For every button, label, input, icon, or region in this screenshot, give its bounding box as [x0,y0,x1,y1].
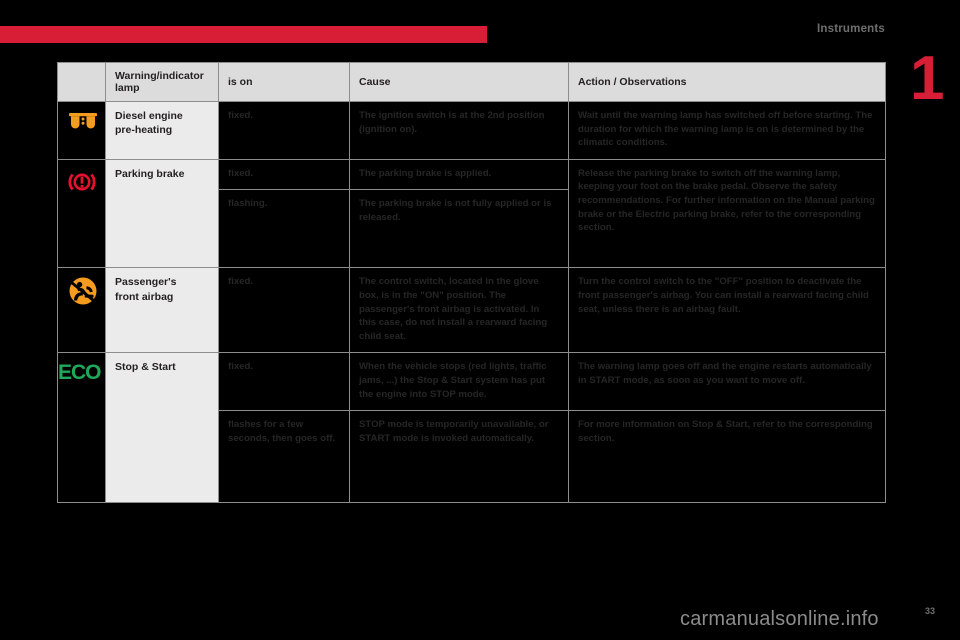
lamp-icon-cell-eco: ECO [57,352,106,504]
chapter-title: Instruments [817,23,886,35]
lamp-icon-cell-diesel [57,101,106,160]
passenger-airbag-icon [69,277,97,305]
column-header-icon [57,62,106,102]
cause-diesel-1: The ignition switch is at the 2nd positi… [349,101,569,160]
warning-lamp-table-wrapper: Warning/indicator lamp is on Cause Actio… [57,62,886,504]
column-header-is-on: is on [218,62,350,102]
warning-lamp-table: Warning/indicator lamp is on Cause Actio… [57,62,886,504]
table-row: Diesel engine pre-heating fixed. The ign… [57,101,886,160]
cause-parking-brake-2: The parking brake is not fully applied o… [349,189,569,269]
is-on-parking-brake-2: flashing. [218,189,350,269]
lamp-name-line2: pre-heating [115,124,173,137]
parking-brake-icon [68,173,96,191]
is-on-diesel-1: fixed. [218,101,350,160]
column-header-action: Action / Observations [568,62,886,102]
table-header-row: Warning/indicator lamp is on Cause Actio… [57,62,886,102]
lamp-name-line1: Stop & Start [115,361,176,374]
action-parking-brake: Release the parking brake to switch off … [568,158,886,269]
column-header-lamp: Warning/indicator lamp [105,62,219,102]
page-number: 33 [925,606,936,616]
cause-stop-start-1: When the vehicle stops (red lights, traf… [349,352,569,412]
table-row: Passenger's front airbag fixed. The cont… [57,267,886,354]
manual-page: Instruments 1 Warning/indicator lamp is … [0,0,960,640]
lamp-name-line1: Parking brake [115,167,185,180]
lamp-icon-cell-airbag [57,267,106,354]
lamp-name-stop-start: Stop & Start [105,352,219,504]
is-on-airbag-1: fixed. [218,267,350,354]
glow-plug-icon [69,113,97,129]
is-on-stop-start-2: flashes for a few seconds, then goes off… [218,410,350,504]
action-diesel-1: Wait until the warning lamp has switched… [568,101,886,160]
lamp-name-airbag: Passenger's front airbag [105,267,219,354]
lamp-name-line1: Passenger's [115,276,177,289]
is-on-parking-brake-1: fixed. [218,158,350,191]
action-airbag-1: Turn the control switch to the "OFF" pos… [568,267,886,354]
lamp-name-parking-brake: Parking brake [105,158,219,269]
table-row: ECO Stop & Start fixed. When the vehicle… [57,352,886,504]
chapter-accent-bar [0,26,487,43]
action-stop-start-1: The warning lamp goes off and the engine… [568,352,886,412]
table-body: Diesel engine pre-heating fixed. The ign… [57,101,886,504]
cause-stop-start-2: STOP mode is temporarily unavailable, or… [349,410,569,504]
is-on-stop-start-1: fixed. [218,352,350,412]
lamp-name-line1: Diesel engine [115,110,183,122]
chapter-number: 1 [910,44,945,113]
cause-airbag-1: The control switch, located in the glove… [349,267,569,354]
lamp-name-diesel: Diesel engine pre-heating [105,101,219,160]
lamp-icon-cell-parking-brake [57,158,106,269]
table-row: Parking brake fixed. The parking brake i… [57,158,886,269]
eco-icon: ECO [58,361,102,385]
column-header-cause: Cause [349,62,569,102]
table-header: Warning/indicator lamp is on Cause Actio… [57,62,886,102]
lamp-name-line2: front airbag [115,290,174,303]
cause-parking-brake-1: The parking brake is applied. [349,158,569,191]
site-watermark: carmanualsonline.info [680,608,879,630]
action-stop-start-2: For more information on Stop & Start, re… [568,410,886,504]
